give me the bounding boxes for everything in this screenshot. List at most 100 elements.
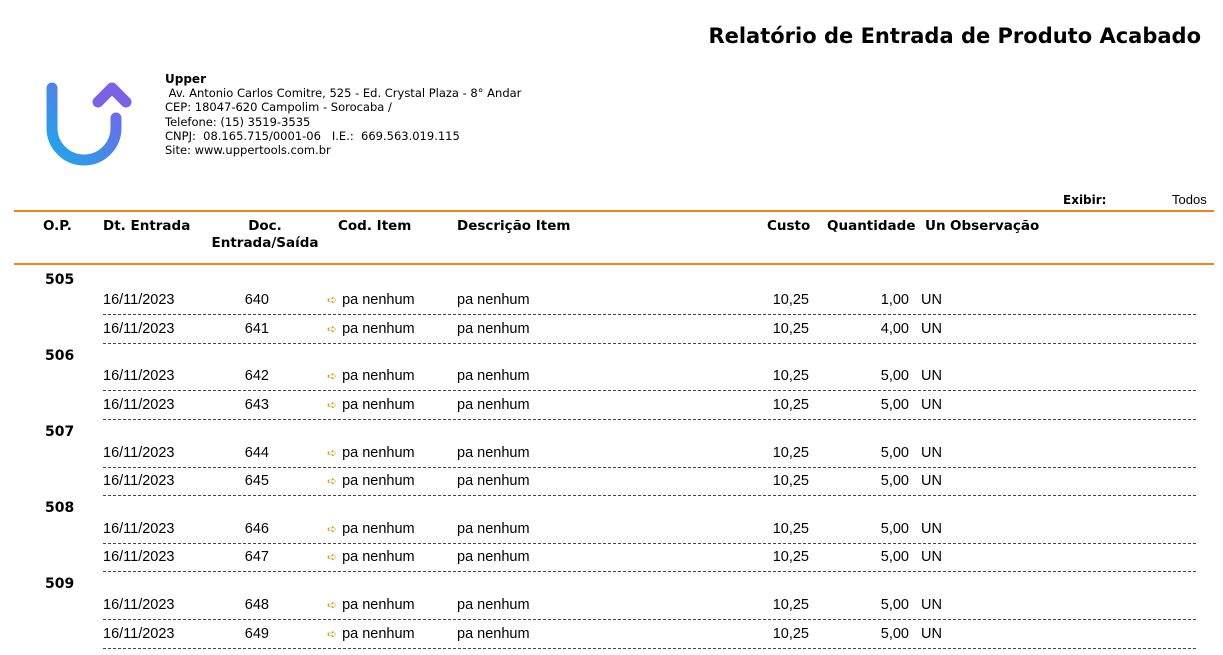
cell-un: UN — [921, 521, 942, 537]
table-row: 16/11/2023 643 ➪ pa nenhum pa nenhum 10,2… — [103, 391, 1196, 420]
cell-dt: 16/11/2023 — [103, 521, 175, 537]
cell-cod-text: pa nenhum — [342, 473, 415, 489]
cell-dt: 16/11/2023 — [103, 626, 175, 642]
cell-desc: pa nenhum — [457, 397, 530, 413]
company-site: Site: www.uppertools.com.br — [165, 143, 331, 158]
cell-custo: 10,25 — [772, 597, 809, 613]
cell-dt: 16/11/2023 — [103, 473, 175, 489]
table-row: 16/11/2023 648 ➪ pa nenhum pa nenhum 10,2… — [103, 591, 1196, 620]
cell-custo: 10,25 — [772, 549, 809, 565]
col-header-doc: Doc. Entrada/Saída — [211, 218, 319, 251]
arrow-right-icon: ➪ — [327, 398, 338, 412]
filter-value: Todos — [1172, 192, 1207, 207]
cell-cod: ➪ pa nenhum — [327, 321, 415, 337]
table-row: 16/11/2023 647 ➪ pa nenhum pa nenhum 10,2… — [103, 543, 1196, 572]
cell-desc: pa nenhum — [457, 368, 530, 384]
cell-custo: 10,25 — [772, 321, 809, 337]
upper-logo — [46, 82, 132, 166]
arrow-right-icon: ➪ — [327, 369, 338, 383]
cell-dt: 16/11/2023 — [103, 321, 175, 337]
table-row: 16/11/2023 641 ➪ pa nenhum pa nenhum 10,2… — [103, 315, 1196, 344]
cell-desc: pa nenhum — [457, 473, 530, 489]
col-header-obs: Observação — [950, 218, 1040, 234]
header-top-rule — [14, 210, 1214, 212]
cell-desc: pa nenhum — [457, 597, 530, 613]
cell-desc: pa nenhum — [457, 521, 530, 537]
cell-qtd: 5,00 — [880, 549, 909, 565]
cell-dt: 16/11/2023 — [103, 549, 175, 565]
cell-doc: 641 — [244, 321, 269, 337]
cell-qtd: 5,00 — [880, 473, 909, 489]
arrow-right-icon: ➪ — [327, 598, 338, 612]
cell-qtd: 5,00 — [880, 445, 909, 461]
cell-doc: 649 — [244, 626, 269, 642]
header-bottom-rule — [14, 263, 1214, 265]
cell-doc: 642 — [244, 368, 269, 384]
cell-qtd: 5,00 — [880, 597, 909, 613]
col-header-un: Un — [925, 218, 946, 234]
table-row: 16/11/2023 645 ➪ pa nenhum pa nenhum 10,2… — [103, 467, 1196, 496]
op-group-label: 509 — [45, 576, 75, 592]
op-group-label: 505 — [45, 272, 75, 288]
cell-doc: 645 — [244, 473, 269, 489]
col-header-dt: Dt. Entrada — [103, 218, 191, 234]
company-name: Upper — [165, 72, 206, 86]
cell-cod: ➪ pa nenhum — [327, 368, 415, 384]
col-header-custo: Custo — [767, 218, 811, 234]
table-row: 16/11/2023 640 ➪ pa nenhum pa nenhum 10,2… — [103, 286, 1196, 315]
cell-custo: 10,25 — [772, 445, 809, 461]
cell-custo: 10,25 — [772, 473, 809, 489]
cell-cod-text: pa nenhum — [342, 521, 415, 537]
cell-cod-text: pa nenhum — [342, 549, 415, 565]
arrow-right-icon: ➪ — [327, 322, 338, 336]
col-header-cod: Cod. Item — [338, 218, 412, 234]
arrow-right-icon: ➪ — [327, 474, 338, 488]
cell-custo: 10,25 — [772, 521, 809, 537]
cell-dt: 16/11/2023 — [103, 292, 175, 308]
cell-cod-text: pa nenhum — [342, 368, 415, 384]
filter-label: Exibir: — [1063, 193, 1107, 207]
arrow-right-icon: ➪ — [327, 293, 338, 307]
cell-doc: 648 — [244, 597, 269, 613]
company-cep: CEP: 18047-620 Campolim - Sorocaba / — [165, 100, 392, 115]
op-group-label: 506 — [45, 348, 75, 364]
cell-desc: pa nenhum — [457, 321, 530, 337]
op-group-label: 507 — [45, 424, 75, 440]
cell-un: UN — [921, 397, 942, 413]
cell-cod: ➪ pa nenhum — [327, 292, 415, 308]
cell-doc: 646 — [244, 521, 269, 537]
cell-desc: pa nenhum — [457, 549, 530, 565]
cell-cod-text: pa nenhum — [342, 321, 415, 337]
cell-cod: ➪ pa nenhum — [327, 397, 415, 413]
cell-custo: 10,25 — [772, 397, 809, 413]
cell-custo: 10,25 — [772, 626, 809, 642]
cell-cod-text: pa nenhum — [342, 626, 415, 642]
cell-desc: pa nenhum — [457, 445, 530, 461]
cell-desc: pa nenhum — [457, 292, 530, 308]
cell-cod-text: pa nenhum — [342, 397, 415, 413]
cell-dt: 16/11/2023 — [103, 597, 175, 613]
cell-qtd: 5,00 — [880, 626, 909, 642]
arrow-right-icon: ➪ — [327, 446, 338, 460]
cell-desc: pa nenhum — [457, 626, 530, 642]
arrow-right-icon: ➪ — [327, 550, 338, 564]
company-phone: Telefone: (15) 3519-3535 — [165, 114, 311, 129]
cell-cod-text: pa nenhum — [342, 597, 415, 613]
col-header-op: O.P. — [43, 218, 72, 234]
company-cnpj: CNPJ: 08.165.715/0001-06 I.E.: 669.563.0… — [165, 128, 460, 143]
cell-dt: 16/11/2023 — [103, 445, 175, 461]
cell-cod: ➪ pa nenhum — [327, 473, 415, 489]
cell-un: UN — [921, 292, 942, 308]
cell-cod-text: pa nenhum — [342, 445, 415, 461]
report-title: Relatório de Entrada de Produto Acabado — [708, 24, 1201, 48]
cell-un: UN — [921, 473, 942, 489]
col-header-desc: Descrição Item — [457, 218, 571, 234]
cell-custo: 10,25 — [772, 368, 809, 384]
col-header-qtd: Quantidade — [827, 218, 916, 234]
cell-un: UN — [921, 445, 942, 461]
cell-qtd: 1,00 — [880, 292, 909, 308]
company-address: Av. Antonio Carlos Comitre, 525 - Ed. Cr… — [165, 86, 522, 101]
cell-cod: ➪ pa nenhum — [327, 445, 415, 461]
cell-cod: ➪ pa nenhum — [327, 521, 415, 537]
cell-un: UN — [921, 626, 942, 642]
